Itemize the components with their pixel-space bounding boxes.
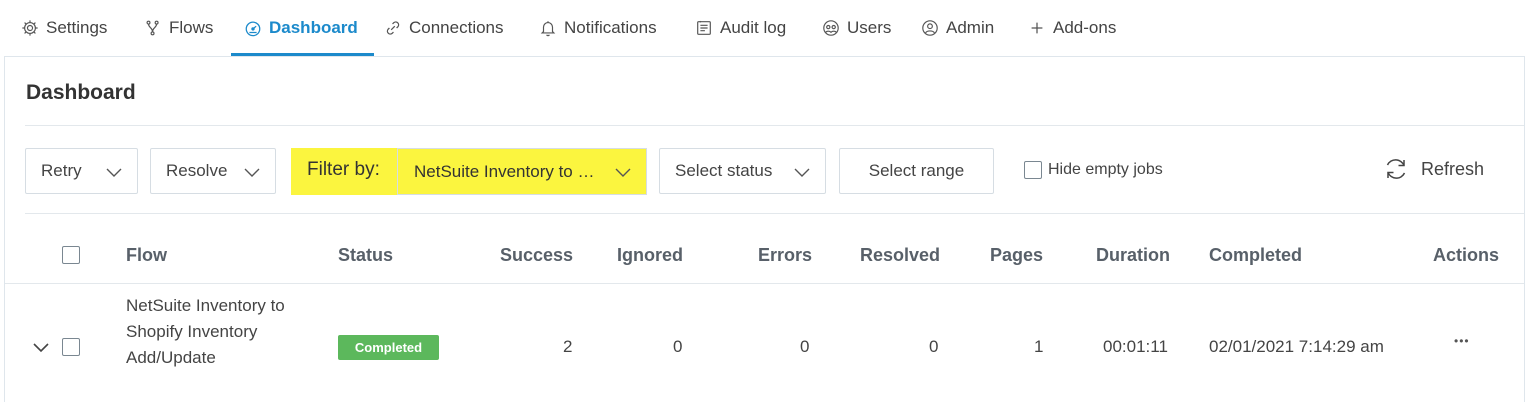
- column-header-success[interactable]: Success: [500, 245, 573, 266]
- top-nav: Settings Flows Dashboard Connections Not…: [0, 0, 1529, 56]
- bell-icon: [538, 18, 558, 38]
- tab-connections[interactable]: Connections: [383, 0, 504, 56]
- errors-count[interactable]: 0: [800, 337, 809, 357]
- plus-icon: [1027, 18, 1047, 38]
- tab-label: Notifications: [564, 18, 657, 37]
- chevron-down-icon: [615, 168, 631, 177]
- tab-dashboard[interactable]: Dashboard: [231, 0, 374, 56]
- more-actions-icon[interactable]: •••: [1454, 334, 1470, 348]
- divider: [5, 283, 1524, 284]
- column-header-resolved[interactable]: Resolved: [860, 245, 940, 266]
- tab-label: Dashboard: [269, 18, 358, 37]
- column-header-flow[interactable]: Flow: [126, 245, 167, 266]
- status-label: Select status: [675, 161, 773, 180]
- status-dropdown[interactable]: Select status: [659, 148, 826, 194]
- refresh-label: Refresh: [1421, 158, 1485, 179]
- chevron-down-icon[interactable]: [32, 341, 50, 355]
- link-icon: [383, 18, 403, 38]
- tab-label: Flows: [169, 18, 214, 37]
- tab-label: Users: [847, 18, 892, 37]
- hide-empty-checkbox[interactable]: [1024, 161, 1042, 179]
- dashboard-icon: [243, 18, 263, 38]
- success-count[interactable]: 2: [563, 337, 572, 357]
- tab-label: Connections: [409, 18, 504, 37]
- resolve-dropdown[interactable]: Resolve: [150, 148, 276, 194]
- retry-label: Retry: [41, 161, 82, 180]
- column-header-status[interactable]: Status: [338, 245, 393, 266]
- audit-log-icon: [694, 18, 714, 38]
- select-range-button[interactable]: Select range: [839, 148, 994, 194]
- filter-label: Filter by:: [307, 159, 380, 180]
- admin-icon: [920, 18, 940, 38]
- row-checkbox[interactable]: [62, 338, 80, 356]
- flow-icon: [143, 18, 163, 38]
- refresh-button[interactable]: Refresh: [1383, 156, 1484, 182]
- flow-filter-dropdown[interactable]: NetSuite Inventory to …: [397, 148, 647, 195]
- hide-empty-jobs[interactable]: Hide empty jobs: [1024, 161, 1163, 179]
- column-header-duration[interactable]: Duration: [1096, 245, 1170, 266]
- select-all-checkbox[interactable]: [62, 246, 80, 264]
- ignored-count[interactable]: 0: [673, 337, 682, 357]
- filter-value: NetSuite Inventory to …: [414, 161, 595, 181]
- column-header-actions: Actions: [1433, 245, 1500, 265]
- tab-label: Admin: [946, 18, 995, 37]
- tab-audit-log[interactable]: Audit log: [694, 0, 786, 56]
- tab-admin[interactable]: Admin: [920, 0, 994, 56]
- tab-users[interactable]: Users: [821, 0, 891, 56]
- hide-empty-label: Hide empty jobs: [1048, 161, 1163, 178]
- chevron-down-icon: [106, 168, 122, 177]
- users-icon: [821, 18, 841, 38]
- chevron-down-icon: [794, 168, 810, 177]
- dashboard-panel: Dashboard Retry Resolve Filter by: NetSu…: [4, 56, 1525, 402]
- tab-notifications[interactable]: Notifications: [538, 0, 657, 56]
- pages-count: 1: [1034, 337, 1044, 356]
- status-badge: Completed: [338, 335, 439, 360]
- tab-flows[interactable]: Flows: [143, 0, 213, 56]
- tab-label: Add-ons: [1053, 18, 1117, 37]
- divider: [25, 213, 1524, 214]
- column-header-errors[interactable]: Errors: [758, 245, 812, 266]
- flow-name-line: Add/Update: [126, 348, 216, 367]
- tab-label: Settings: [46, 18, 108, 37]
- flow-name-line: Shopify Inventory: [126, 322, 258, 341]
- gear-icon: [20, 18, 40, 38]
- column-header-ignored[interactable]: Ignored: [617, 245, 683, 266]
- tab-settings[interactable]: Settings: [20, 0, 107, 56]
- flow-name-line: NetSuite Inventory to: [126, 296, 285, 315]
- divider: [25, 125, 1524, 126]
- tab-add-ons[interactable]: Add-ons: [1027, 0, 1116, 56]
- duration-value: 00:01:11: [1103, 337, 1168, 356]
- completed-timestamp: 02/01/2021 7:14:29 am: [1209, 337, 1384, 356]
- column-header-pages[interactable]: Pages: [990, 245, 1043, 266]
- tab-label: Audit log: [720, 18, 787, 37]
- flow-name[interactable]: NetSuite Inventory to Shopify Inventory …: [126, 293, 326, 371]
- refresh-icon: [1386, 159, 1406, 179]
- page-title: Dashboard: [26, 81, 136, 104]
- resolve-label: Resolve: [166, 161, 228, 180]
- resolved-count[interactable]: 0: [929, 337, 938, 357]
- chevron-down-icon: [244, 168, 260, 177]
- retry-dropdown[interactable]: Retry: [25, 148, 138, 194]
- column-header-completed[interactable]: Completed: [1209, 245, 1302, 266]
- range-label: Select range: [868, 161, 965, 180]
